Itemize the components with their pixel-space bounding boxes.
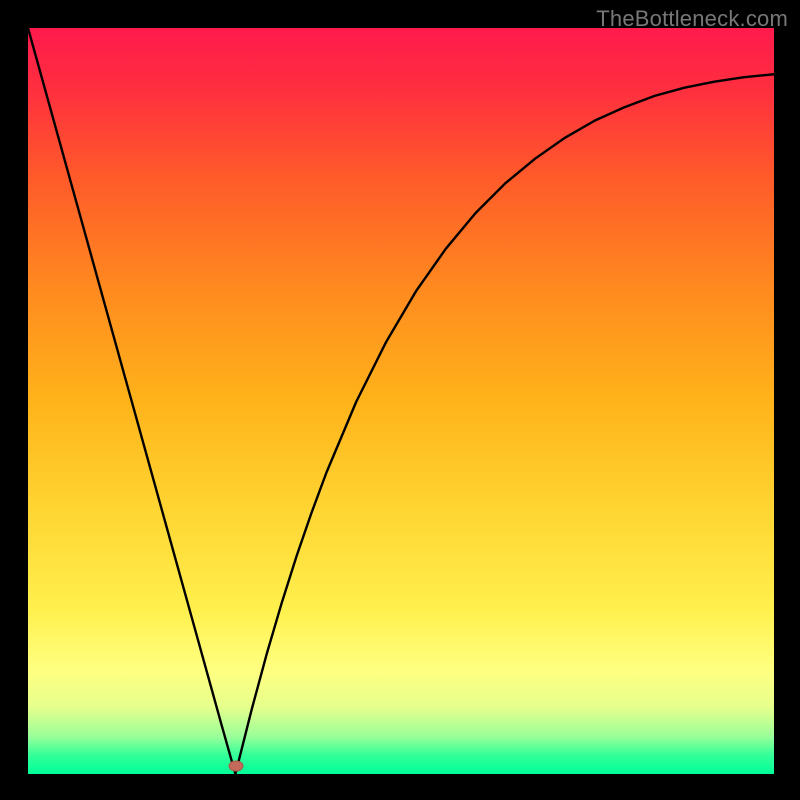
minimum-marker	[229, 761, 243, 771]
attribution-text: TheBottleneck.com	[596, 6, 788, 32]
gradient-background	[28, 28, 774, 774]
bottleneck-chart	[0, 0, 800, 800]
chart-frame: TheBottleneck.com	[0, 0, 800, 800]
